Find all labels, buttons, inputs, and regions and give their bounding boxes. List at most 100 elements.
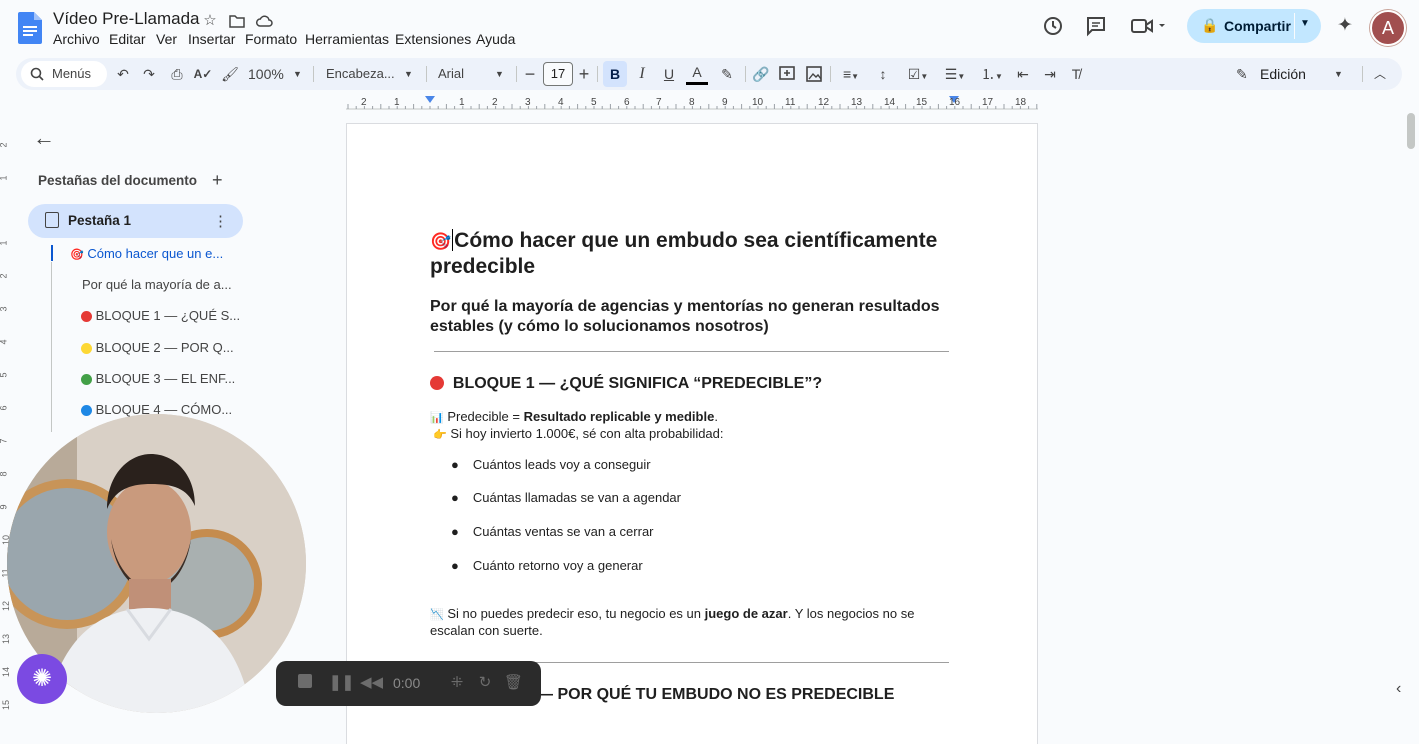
numbered-list-icon[interactable]: ⒈▼ (975, 62, 1009, 86)
stop-icon[interactable] (296, 674, 314, 692)
p3-post: . Y los negocios no se (787, 606, 915, 621)
tab-pestana-1[interactable]: Pestaña 1 ⋮ (28, 204, 243, 238)
font-select[interactable]: Arial ▼ (438, 62, 510, 86)
share-button[interactable]: 🔒 Compartir ▼ (1187, 9, 1321, 43)
settings-icon[interactable]: ✺ (17, 654, 67, 704)
highlight-icon[interactable]: ✎ (716, 62, 738, 86)
docs-logo-icon[interactable] (18, 12, 42, 44)
style-select[interactable]: Encabeza... ▼ (326, 62, 418, 86)
gemini-icon[interactable]: ✦ (1333, 14, 1357, 38)
heading-2-line-2[interactable]: estables (y cómo lo solucionamos nosotro… (430, 317, 769, 337)
underline-button[interactable]: U (659, 62, 679, 86)
add-tab-plus-icon[interactable]: + (212, 170, 223, 191)
menu-extensiones[interactable]: Extensiones (395, 31, 471, 47)
menu-archivo[interactable]: Archivo (53, 31, 100, 47)
menu-ver[interactable]: Ver (156, 31, 177, 47)
menu-herramientas[interactable]: Herramientas (305, 31, 389, 47)
list-item[interactable]: ● Cuántos leads voy a conseguir (451, 456, 651, 473)
horizontal-ruler[interactable]: 2 1 1 2 3 4 5 6 7 8 9 10 11 12 13 14 15 … (346, 94, 1038, 110)
divider (313, 66, 314, 82)
meet-icon[interactable] (1130, 14, 1166, 38)
star-icon[interactable]: ☆ (201, 12, 219, 30)
outline-item-label: Cómo hacer que un e... (87, 246, 224, 261)
text-color-button[interactable]: A (686, 62, 708, 85)
document-tab-icon (45, 212, 59, 228)
menu-insertar[interactable]: Insertar (188, 31, 235, 47)
scrollbar-track[interactable] (1403, 112, 1419, 720)
outline-item[interactable]: Por qué la mayoría de a... (82, 277, 232, 292)
avatar[interactable]: A (1370, 10, 1406, 46)
scrollbar-thumb[interactable] (1407, 113, 1415, 149)
image-icon[interactable] (805, 62, 823, 86)
chevron-down-icon[interactable]: ▼ (1300, 18, 1310, 29)
back-arrow-icon[interactable]: ← (33, 125, 55, 151)
bold-button[interactable]: B (603, 61, 627, 87)
comment-icon[interactable] (1084, 14, 1108, 38)
grid-icon[interactable]: ⁜ (448, 674, 466, 692)
italic-button[interactable]: I (632, 62, 652, 86)
document-page[interactable]: 🎯 Cómo hacer que un embudo sea científica… (347, 124, 1037, 744)
restart-icon[interactable]: ↻ (476, 674, 494, 692)
print-icon[interactable]: ⎙ (166, 62, 188, 86)
bullet-icon: ● (451, 490, 459, 505)
mode-select[interactable]: ✎ Edición ▼ (1234, 62, 1344, 86)
font-size-input[interactable]: 17 (543, 62, 573, 86)
divider (426, 66, 427, 82)
add-comment-icon[interactable] (778, 62, 796, 86)
menu-editar[interactable]: Editar (109, 31, 146, 47)
block-1-heading[interactable]: BLOQUE 1 — ¿QUÉ SIGNIFICA “PREDECIBLE”? (430, 374, 822, 394)
outline-item-label: BLOQUE 2 — POR Q... (95, 340, 234, 355)
ruler-number: 6 (624, 97, 630, 108)
ruler-number: 2 (492, 97, 498, 108)
decrease-font-size-button[interactable]: − (522, 62, 538, 86)
link-icon[interactable]: 🔗 (750, 62, 772, 86)
chevron-left-icon[interactable]: ‹ (1396, 680, 1419, 710)
more-icon[interactable]: ⋮ (213, 212, 228, 230)
paragraph-inversion[interactable]: 👉 Si hoy invierto 1.000€, sé con alta pr… (433, 425, 724, 444)
increase-font-size-button[interactable]: + (576, 62, 592, 86)
list-item[interactable]: ● Cuántas ventas se van a cerrar (451, 523, 654, 540)
undo-icon[interactable]: ↶ (112, 62, 134, 86)
spellcheck-icon[interactable]: A✓ (192, 62, 214, 86)
menu-formato[interactable]: Formato (245, 31, 297, 47)
line-spacing-icon[interactable]: ↕ (873, 62, 893, 86)
redo-icon[interactable]: ↷ (138, 62, 160, 86)
ruler-number: 2 (0, 273, 9, 278)
trash-icon[interactable]: 🗑 (504, 674, 523, 692)
collapse-icon[interactable]: ︿ (1370, 62, 1390, 86)
indent-decrease-icon[interactable]: ⇤ (1013, 62, 1033, 86)
zoom-select[interactable]: 100% ▼ (248, 62, 306, 86)
bullet-list-icon[interactable]: ☰▼ (938, 62, 972, 86)
document-title[interactable]: Vídeo Pre-Llamada (53, 9, 199, 29)
paragraph-azar-line-2[interactable]: escalan con suerte. (430, 622, 543, 639)
pause-icon[interactable]: ❚❚ (329, 674, 354, 692)
outline-item[interactable]: BLOQUE 3 — EL ENF... (81, 371, 235, 386)
list-item[interactable]: ● Cuánto retorno voy a generar (451, 557, 643, 574)
ruler-number: 17 (982, 97, 994, 108)
paint-format-icon[interactable]: 🖌 (219, 62, 241, 86)
indent-increase-icon[interactable]: ⇥ (1040, 62, 1060, 86)
ruler-number: 14 (884, 97, 896, 108)
cloud-icon[interactable] (255, 12, 273, 30)
folder-icon[interactable] (228, 12, 246, 30)
rewind-icon[interactable]: ◀◀ (360, 674, 383, 692)
menu-ayuda[interactable]: Ayuda (476, 31, 515, 47)
tabs-heading: Pestañas del documento (38, 173, 198, 188)
history-icon[interactable] (1041, 14, 1065, 38)
heading-1[interactable]: 🎯 Cómo hacer que un embudo sea científica… (430, 228, 937, 255)
clear-format-icon[interactable]: T̸ (1066, 62, 1086, 86)
outline-item[interactable]: 🎯 Cómo hacer que un e... (70, 246, 223, 261)
checklist-icon[interactable]: ☑▼ (901, 62, 935, 86)
outline-item[interactable]: BLOQUE 1 — ¿QUÉ S... (81, 308, 240, 323)
ruler-number: 1 (0, 175, 9, 180)
list-item[interactable]: ● Cuántas llamadas se van a agendar (451, 489, 681, 506)
menu-search[interactable]: Menús (21, 61, 107, 87)
outline-item[interactable]: BLOQUE 2 — POR Q... (81, 340, 234, 355)
mode-value: Edición (1260, 66, 1306, 82)
block-2-heading[interactable]: — POR QUÉ TU EMBUDO NO ES PREDECIBLE (537, 685, 894, 705)
lock-icon: 🔒 (1201, 17, 1219, 33)
vertical-ruler[interactable]: 2 1 1 2 3 4 5 6 7 8 9 10 11 12 13 14 15 (0, 112, 12, 720)
heading-2-line-1[interactable]: Por qué la mayoría de agencias y mentorí… (430, 297, 940, 317)
heading-1-line-2[interactable]: predecible (430, 254, 535, 280)
align-icon[interactable]: ≡▼ (836, 62, 866, 86)
